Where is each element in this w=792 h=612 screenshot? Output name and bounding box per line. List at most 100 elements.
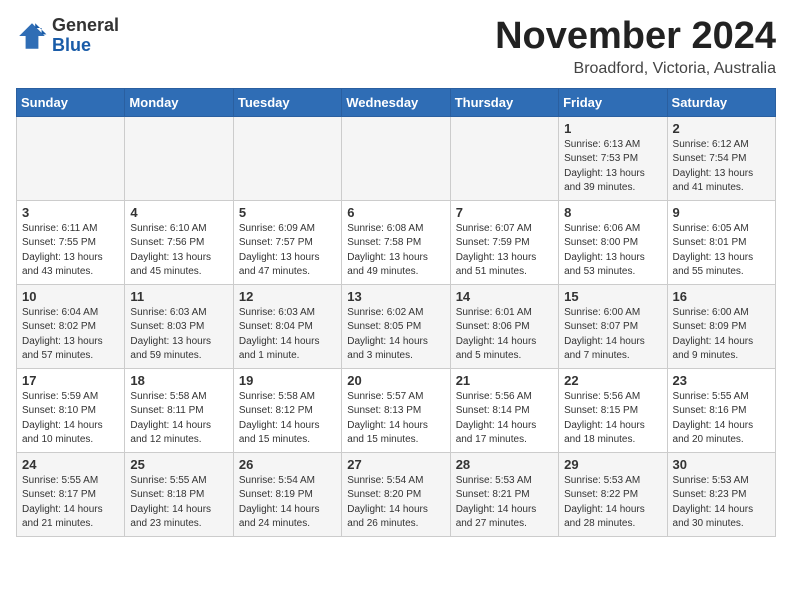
day-number: 15 (564, 289, 661, 304)
day-info: Sunrise: 5:58 AM Sunset: 8:11 PM Dayligh… (130, 390, 227, 448)
day-info: Sunrise: 6:03 AM Sunset: 8:03 PM Dayligh… (130, 306, 227, 364)
day-number: 12 (239, 289, 336, 304)
day-info: Sunrise: 5:59 AM Sunset: 8:10 PM Dayligh… (22, 390, 119, 448)
calendar-cell: 17 Sunrise: 5:59 AM Sunset: 8:10 PM Dayli… (17, 368, 125, 452)
calendar-cell: 16 Sunrise: 6:00 AM Sunset: 8:09 PM Dayli… (667, 284, 775, 368)
calendar-cell (450, 116, 558, 200)
page-header: General Blue November 2024 Broadford, Vi… (16, 16, 776, 78)
day-info: Sunrise: 5:53 AM Sunset: 8:22 PM Dayligh… (564, 474, 661, 532)
calendar-cell: 22Sunrise: 5:56 AM Sunset: 8:15 PM Dayli… (559, 368, 667, 452)
day-info: Sunrise: 6:08 AM Sunset: 7:58 PM Dayligh… (347, 222, 444, 280)
calendar-cell: 26 Sunrise: 5:54 AM Sunset: 8:19 PM Dayli… (233, 452, 341, 536)
day-number: 27 (347, 457, 444, 472)
calendar-cell: 20 Sunrise: 5:57 AM Sunset: 8:13 PM Dayli… (342, 368, 450, 452)
weekday-header-friday: Friday (559, 88, 667, 116)
day-info: Sunrise: 6:02 AM Sunset: 8:05 PM Dayligh… (347, 306, 444, 364)
location-subtitle: Broadford, Victoria, Australia (495, 60, 776, 78)
day-number: 17 (22, 373, 119, 388)
day-info: Sunrise: 5:54 AM Sunset: 8:19 PM Dayligh… (239, 474, 336, 532)
calendar-cell: 8 Sunrise: 6:06 AM Sunset: 8:00 PM Daylig… (559, 200, 667, 284)
logo-icon (16, 20, 48, 52)
calendar-cell: 2 Sunrise: 6:12 AM Sunset: 7:54 PM Daylig… (667, 116, 775, 200)
day-number: 7 (456, 205, 553, 220)
day-number: 19 (239, 373, 336, 388)
day-number: 26 (239, 457, 336, 472)
calendar-cell: 13 Sunrise: 6:02 AM Sunset: 8:05 PM Dayli… (342, 284, 450, 368)
calendar-week-1: 1 Sunrise: 6:13 AM Sunset: 7:53 PM Daylig… (17, 116, 776, 200)
calendar-cell (233, 116, 341, 200)
day-number: 21 (456, 373, 553, 388)
day-info: Sunrise: 6:11 AM Sunset: 7:55 PM Dayligh… (22, 222, 119, 280)
logo-text: General Blue (52, 16, 119, 56)
day-info: Sunrise: 5:57 AM Sunset: 8:13 PM Dayligh… (347, 390, 444, 448)
weekday-header-monday: Monday (125, 88, 233, 116)
calendar-cell (17, 116, 125, 200)
weekday-header-saturday: Saturday (667, 88, 775, 116)
calendar-cell: 18 Sunrise: 5:58 AM Sunset: 8:11 PM Dayli… (125, 368, 233, 452)
day-number: 2 (673, 121, 770, 136)
calendar-cell: 3 Sunrise: 6:11 AM Sunset: 7:55 PM Daylig… (17, 200, 125, 284)
day-info: Sunrise: 5:53 AM Sunset: 8:23 PM Dayligh… (673, 474, 770, 532)
day-number: 30 (673, 457, 770, 472)
day-info: Sunrise: 6:00 AM Sunset: 8:09 PM Dayligh… (673, 306, 770, 364)
day-number: 22 (564, 373, 661, 388)
calendar-cell: 14Sunrise: 6:01 AM Sunset: 8:06 PM Dayli… (450, 284, 558, 368)
calendar-cell: 23 Sunrise: 5:55 AM Sunset: 8:16 PM Dayli… (667, 368, 775, 452)
logo-general: General (52, 15, 119, 35)
calendar-cell: 24Sunrise: 5:55 AM Sunset: 8:17 PM Dayli… (17, 452, 125, 536)
day-info: Sunrise: 6:09 AM Sunset: 7:57 PM Dayligh… (239, 222, 336, 280)
calendar-cell: 28 Sunrise: 5:53 AM Sunset: 8:21 PM Dayli… (450, 452, 558, 536)
day-number: 3 (22, 205, 119, 220)
calendar-cell: 21 Sunrise: 5:56 AM Sunset: 8:14 PM Dayli… (450, 368, 558, 452)
day-number: 6 (347, 205, 444, 220)
day-number: 9 (673, 205, 770, 220)
calendar-body: 1 Sunrise: 6:13 AM Sunset: 7:53 PM Daylig… (17, 116, 776, 536)
day-number: 5 (239, 205, 336, 220)
calendar-week-3: 10Sunrise: 6:04 AM Sunset: 8:02 PM Dayli… (17, 284, 776, 368)
calendar-cell: 5 Sunrise: 6:09 AM Sunset: 7:57 PM Daylig… (233, 200, 341, 284)
calendar-cell: 10Sunrise: 6:04 AM Sunset: 8:02 PM Dayli… (17, 284, 125, 368)
day-number: 1 (564, 121, 661, 136)
calendar-cell: 6 Sunrise: 6:08 AM Sunset: 7:58 PM Daylig… (342, 200, 450, 284)
calendar-cell: 9 Sunrise: 6:05 AM Sunset: 8:01 PM Daylig… (667, 200, 775, 284)
calendar-cell: 19 Sunrise: 5:58 AM Sunset: 8:12 PM Dayli… (233, 368, 341, 452)
day-info: Sunrise: 6:06 AM Sunset: 8:00 PM Dayligh… (564, 222, 661, 280)
calendar-cell (125, 116, 233, 200)
day-info: Sunrise: 5:58 AM Sunset: 8:12 PM Dayligh… (239, 390, 336, 448)
calendar-week-2: 3 Sunrise: 6:11 AM Sunset: 7:55 PM Daylig… (17, 200, 776, 284)
calendar-cell: 12Sunrise: 6:03 AM Sunset: 8:04 PM Dayli… (233, 284, 341, 368)
weekday-header-sunday: Sunday (17, 88, 125, 116)
day-number: 29 (564, 457, 661, 472)
day-number: 28 (456, 457, 553, 472)
day-info: Sunrise: 5:53 AM Sunset: 8:21 PM Dayligh… (456, 474, 553, 532)
calendar-cell: 29 Sunrise: 5:53 AM Sunset: 8:22 PM Dayli… (559, 452, 667, 536)
day-number: 18 (130, 373, 227, 388)
day-info: Sunrise: 6:05 AM Sunset: 8:01 PM Dayligh… (673, 222, 770, 280)
day-number: 20 (347, 373, 444, 388)
day-number: 13 (347, 289, 444, 304)
day-info: Sunrise: 6:10 AM Sunset: 7:56 PM Dayligh… (130, 222, 227, 280)
calendar-cell: 11 Sunrise: 6:03 AM Sunset: 8:03 PM Dayli… (125, 284, 233, 368)
day-number: 4 (130, 205, 227, 220)
title-section: November 2024 Broadford, Victoria, Austr… (495, 16, 776, 78)
day-info: Sunrise: 6:01 AM Sunset: 8:06 PM Dayligh… (456, 306, 553, 364)
day-info: Sunrise: 6:12 AM Sunset: 7:54 PM Dayligh… (673, 138, 770, 196)
logo-blue: Blue (52, 35, 91, 55)
day-info: Sunrise: 5:55 AM Sunset: 8:16 PM Dayligh… (673, 390, 770, 448)
day-info: Sunrise: 6:13 AM Sunset: 7:53 PM Dayligh… (564, 138, 661, 196)
weekday-header-row: SundayMondayTuesdayWednesdayThursdayFrid… (17, 88, 776, 116)
day-info: Sunrise: 6:00 AM Sunset: 8:07 PM Dayligh… (564, 306, 661, 364)
day-number: 11 (130, 289, 227, 304)
day-number: 8 (564, 205, 661, 220)
calendar-cell: 30 Sunrise: 5:53 AM Sunset: 8:23 PM Dayli… (667, 452, 775, 536)
calendar-cell: 4 Sunrise: 6:10 AM Sunset: 7:56 PM Daylig… (125, 200, 233, 284)
month-title: November 2024 (495, 16, 776, 58)
weekday-header-thursday: Thursday (450, 88, 558, 116)
day-number: 23 (673, 373, 770, 388)
weekday-header-tuesday: Tuesday (233, 88, 341, 116)
day-info: Sunrise: 5:56 AM Sunset: 8:14 PM Dayligh… (456, 390, 553, 448)
day-info: Sunrise: 5:54 AM Sunset: 8:20 PM Dayligh… (347, 474, 444, 532)
day-info: Sunrise: 6:04 AM Sunset: 8:02 PM Dayligh… (22, 306, 119, 364)
day-number: 16 (673, 289, 770, 304)
calendar-cell (342, 116, 450, 200)
